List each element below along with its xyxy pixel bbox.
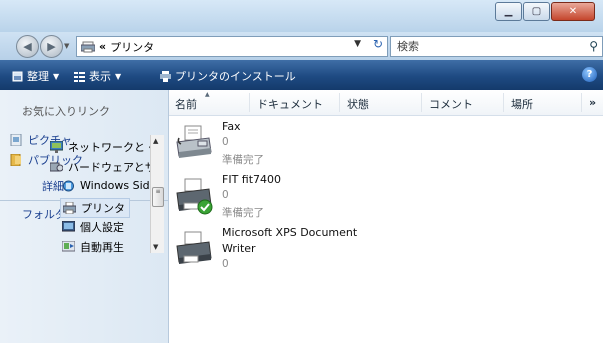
list-item-fax[interactable]: Fax 0 準備完了 (169, 118, 603, 168)
refresh-icon[interactable]: ↻ (373, 37, 383, 51)
folder-tree-scrollbar[interactable]: ▲ ≡ ▼ (150, 135, 164, 253)
column-status[interactable]: 状態 (347, 96, 369, 112)
command-bar: 整理 ▼ 表示 ▼ プリンタのインストール ? (0, 60, 603, 90)
favorite-links-title: お気に入りリンク (22, 105, 110, 118)
close-icon: ✕ (568, 6, 578, 17)
fax-icon (176, 125, 212, 158)
printer-icon (176, 231, 212, 264)
tree-item-hardware-sound[interactable]: ハードウェアとサ (50, 159, 150, 175)
help-icon: ? (586, 69, 593, 80)
hardware-icon (50, 162, 63, 172)
network-icon (50, 141, 63, 153)
column-documents[interactable]: ドキュメント (257, 96, 323, 112)
column-comment[interactable]: コメント (429, 96, 473, 112)
install-printer-label: プリンタのインストール (175, 70, 296, 83)
views-menu[interactable]: 表示 ▼ (74, 68, 121, 84)
title-bar: ▁ ▢ ✕ (0, 0, 603, 32)
address-dropdown-icon[interactable]: ▼ (354, 39, 361, 49)
forward-button[interactable]: ▶ (40, 35, 63, 58)
tree-item-label: Windows Side (80, 179, 150, 192)
personalization-icon (62, 221, 75, 232)
more-columns-button[interactable]: » (589, 96, 596, 109)
address-bar[interactable]: « プリンタ ▼ ↻ (76, 36, 388, 57)
search-icon[interactable]: ⚲ (589, 39, 598, 53)
minimize-button[interactable]: ▁ (495, 2, 522, 21)
search-input[interactable] (395, 39, 569, 54)
tree-item-personalization[interactable]: 個人設定 (62, 219, 124, 235)
forward-arrow-icon: ▶ (47, 40, 56, 53)
back-button[interactable]: ◀ (16, 35, 39, 58)
printer-icon (63, 202, 76, 214)
chevron-down-icon: ▼ (53, 71, 60, 81)
close-button[interactable]: ✕ (551, 2, 595, 21)
file-list: 名前 ▲ ドキュメント 状態 コメント 場所 » Fax 0 準備完了 FIT … (169, 90, 603, 343)
printer-name-line2: Writer (222, 242, 256, 255)
printer-status: 準備完了 (222, 154, 264, 166)
printer-folder-icon (81, 41, 95, 52)
document-count: 0 (222, 189, 229, 201)
document-count: 0 (222, 136, 229, 148)
tree-item-label: 個人設定 (80, 221, 124, 234)
tree-item-printers[interactable]: プリンタ (60, 198, 130, 218)
minimize-icon: ▁ (504, 6, 513, 17)
breadcrumb-chevron[interactable]: « (99, 40, 106, 53)
tree-item-label: プリンタ (81, 202, 125, 215)
default-printer-icon (176, 178, 213, 215)
organize-icon (12, 71, 23, 81)
sideshow-icon (63, 180, 74, 191)
address-row: ◀ ▶ ▼ « プリンタ ▼ ↻ ⚲ (0, 32, 603, 60)
help-button[interactable]: ? (582, 67, 597, 82)
document-count: 0 (222, 258, 229, 270)
column-divider[interactable] (503, 93, 504, 112)
column-divider[interactable] (581, 93, 582, 112)
tree-item-label: ハードウェアとサ (68, 161, 150, 174)
printer-name: FIT fit7400 (222, 173, 282, 186)
add-printer-icon (160, 70, 171, 82)
tree-item-label: 自動再生 (80, 241, 124, 253)
column-divider[interactable] (339, 93, 340, 112)
column-location[interactable]: 場所 (511, 96, 533, 112)
column-divider[interactable] (421, 93, 422, 112)
recent-pages-dropdown[interactable]: ▼ (64, 42, 69, 50)
maximize-button[interactable]: ▢ (523, 2, 550, 21)
scroll-up-icon[interactable]: ▲ (153, 137, 158, 145)
tree-item-network[interactable]: ネットワークと・ (50, 139, 150, 155)
printer-name: Fax (222, 120, 241, 133)
search-box[interactable]: ⚲ (390, 36, 603, 57)
autoplay-icon (62, 241, 75, 252)
column-name[interactable]: 名前 (175, 96, 197, 112)
list-item-xps-writer[interactable]: Microsoft XPS Document Writer 0 (169, 224, 603, 274)
organize-menu[interactable]: 整理 ▼ (12, 68, 59, 84)
tree-item-windows-sideshow[interactable]: Windows Side (62, 179, 150, 192)
sort-ascending-icon: ▲ (205, 91, 210, 98)
organize-label: 整理 (27, 70, 49, 83)
breadcrumb-printers[interactable]: プリンタ (110, 39, 154, 55)
printer-status: 準備完了 (222, 207, 264, 219)
scroll-thumb[interactable]: ≡ (152, 187, 164, 207)
install-printer-button[interactable]: プリンタのインストール (160, 68, 296, 84)
tree-item-label: ネットワークと・ (68, 141, 150, 154)
views-icon (74, 71, 85, 82)
printer-name-line1: Microsoft XPS Document (222, 226, 358, 239)
window-controls: ▁ ▢ ✕ (494, 2, 595, 21)
column-header-row: 名前 ▲ ドキュメント 状態 コメント 場所 » (169, 90, 603, 116)
maximize-icon: ▢ (531, 6, 542, 17)
folder-tree: ネットワークと・ ハードウェアとサ Windows Side プリンタ 個人設定… (0, 135, 150, 253)
views-label: 表示 (89, 70, 111, 83)
back-arrow-icon: ◀ (23, 40, 32, 53)
tree-item-autoplay[interactable]: 自動再生 (62, 239, 124, 253)
column-divider[interactable] (249, 93, 250, 112)
chevron-down-icon: ▼ (115, 71, 122, 81)
scroll-down-icon[interactable]: ▼ (153, 243, 158, 251)
list-item-fit7400[interactable]: FIT fit7400 0 準備完了 (169, 171, 603, 221)
